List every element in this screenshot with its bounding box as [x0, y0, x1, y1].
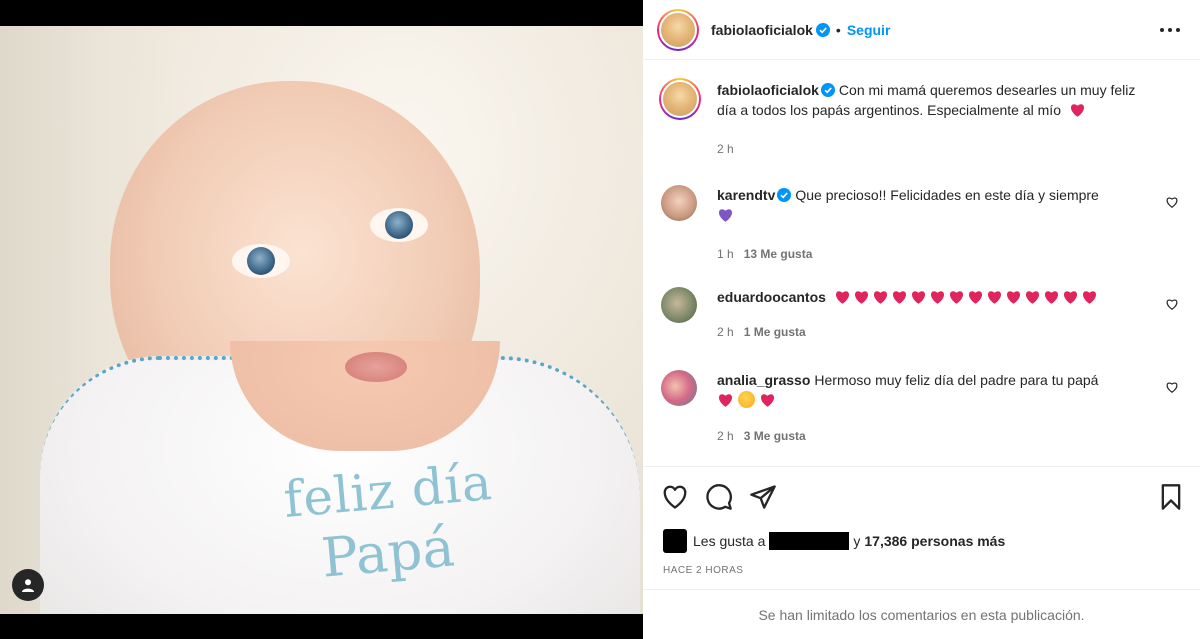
author-username[interactable]: fabiolaoficialok	[711, 22, 813, 38]
comment-likes[interactable]: 1 Me gusta	[744, 325, 806, 339]
comment-time[interactable]: 2 h	[717, 325, 734, 339]
comment-meta: 2 h 3 Me gusta	[717, 429, 806, 443]
comment-row: karendtv Que precioso!! Felicidades en es…	[661, 185, 1191, 265]
verified-badge-icon	[777, 188, 792, 202]
user-icon	[22, 579, 34, 592]
likes-count[interactable]: 17,386 personas más	[864, 533, 1005, 549]
comment-like-heart-icon[interactable]	[1165, 380, 1179, 394]
comment-like-heart-icon[interactable]	[1165, 195, 1179, 209]
comment-likes[interactable]: 13 Me gusta	[744, 247, 813, 261]
redacted-liker-avatar[interactable]	[663, 529, 687, 553]
comment-body: eduardoocantos	[717, 287, 1167, 307]
red-heart-emoji-icon	[1070, 104, 1084, 117]
comments-list: fabiolaoficialok Con mi mamá queremos des…	[643, 61, 1200, 465]
red-heart-emoji-icon	[760, 394, 775, 407]
caption-username[interactable]: fabiolaoficialok	[717, 82, 819, 98]
purple-heart-emoji-icon	[718, 209, 733, 222]
commenter-avatar[interactable]	[661, 287, 697, 323]
comment-row: analia_grasso Hermoso muy feliz día del p…	[661, 370, 1191, 455]
author-avatar[interactable]	[657, 8, 699, 51]
verified-badge-icon	[820, 83, 835, 97]
comment-time[interactable]: 2 h	[717, 429, 734, 443]
bib-text-line1: feliz día	[281, 452, 495, 530]
post-media: feliz día Papá	[0, 0, 643, 639]
heart-row-emoji-icon	[834, 289, 1100, 305]
separator-dot: •	[835, 21, 841, 38]
verified-badge-icon	[815, 22, 830, 37]
comment-text: Que precioso!! Felicidades en este día y…	[795, 187, 1099, 203]
comment-icon[interactable]	[705, 483, 733, 511]
comment-username[interactable]: eduardoocantos	[717, 289, 826, 305]
comment-meta: 1 h 13 Me gusta	[717, 247, 812, 261]
caption-meta: 2 h	[717, 142, 734, 156]
likes-prefix: Les gusta a	[693, 533, 766, 549]
comment-username[interactable]: analia_grasso	[717, 372, 810, 388]
comments-limited-notice: Se han limitado los comentarios en esta …	[643, 589, 1200, 639]
baby-eye-right	[370, 208, 428, 242]
caption-avatar[interactable]	[659, 78, 701, 120]
share-icon[interactable]	[749, 483, 777, 511]
bib-embroidery: feliz día Papá	[268, 453, 508, 590]
comment-text: Hermoso muy feliz día del padre para tu …	[814, 372, 1099, 388]
caption-body: fabiolaoficialok Con mi mamá queremos des…	[717, 80, 1157, 120]
red-heart-emoji-icon	[718, 394, 733, 407]
comment-body: analia_grasso Hermoso muy feliz día del p…	[717, 370, 1157, 410]
kissing-face-emoji-icon	[738, 391, 755, 408]
follow-button[interactable]: Seguir	[847, 22, 891, 38]
action-bar	[661, 483, 1181, 513]
post-timestamp[interactable]: HACE 2 HORAS	[663, 565, 743, 576]
baby-mouth	[345, 352, 407, 382]
post-photo[interactable]: feliz día Papá	[0, 26, 643, 614]
heart-icon[interactable]	[661, 483, 689, 511]
more-icon[interactable]	[1160, 22, 1180, 38]
post-actions: Les gusta a y 17,386 personas más HACE 2…	[643, 466, 1200, 639]
user-tags-button[interactable]	[12, 569, 44, 601]
commenter-avatar[interactable]	[661, 185, 697, 221]
comment-likes[interactable]: 3 Me gusta	[744, 429, 806, 443]
comment-time[interactable]: 1 h	[717, 247, 734, 261]
commenter-avatar[interactable]	[661, 370, 697, 406]
likes-summary: Les gusta a y 17,386 personas más	[663, 529, 1005, 553]
caption-time[interactable]: 2 h	[717, 142, 734, 156]
comment-body: karendtv Que precioso!! Felicidades en es…	[717, 185, 1157, 225]
comment-username[interactable]: karendtv	[717, 187, 775, 203]
caption-row: fabiolaoficialok Con mi mamá queremos des…	[659, 78, 1191, 170]
post-panel: fabiolaoficialok • Seguir fabiolaoficial…	[643, 0, 1200, 639]
baby-eye-left	[232, 244, 290, 278]
comment-row: eduardoocantos 2 h 1 Me gusta	[661, 287, 1191, 357]
comment-meta: 2 h 1 Me gusta	[717, 325, 806, 339]
bookmark-icon[interactable]	[1157, 483, 1185, 511]
comment-like-heart-icon[interactable]	[1165, 297, 1179, 311]
likes-suffix: y	[853, 533, 861, 549]
post-header: fabiolaoficialok • Seguir	[643, 0, 1200, 60]
redacted-liker-name[interactable]	[769, 532, 850, 550]
